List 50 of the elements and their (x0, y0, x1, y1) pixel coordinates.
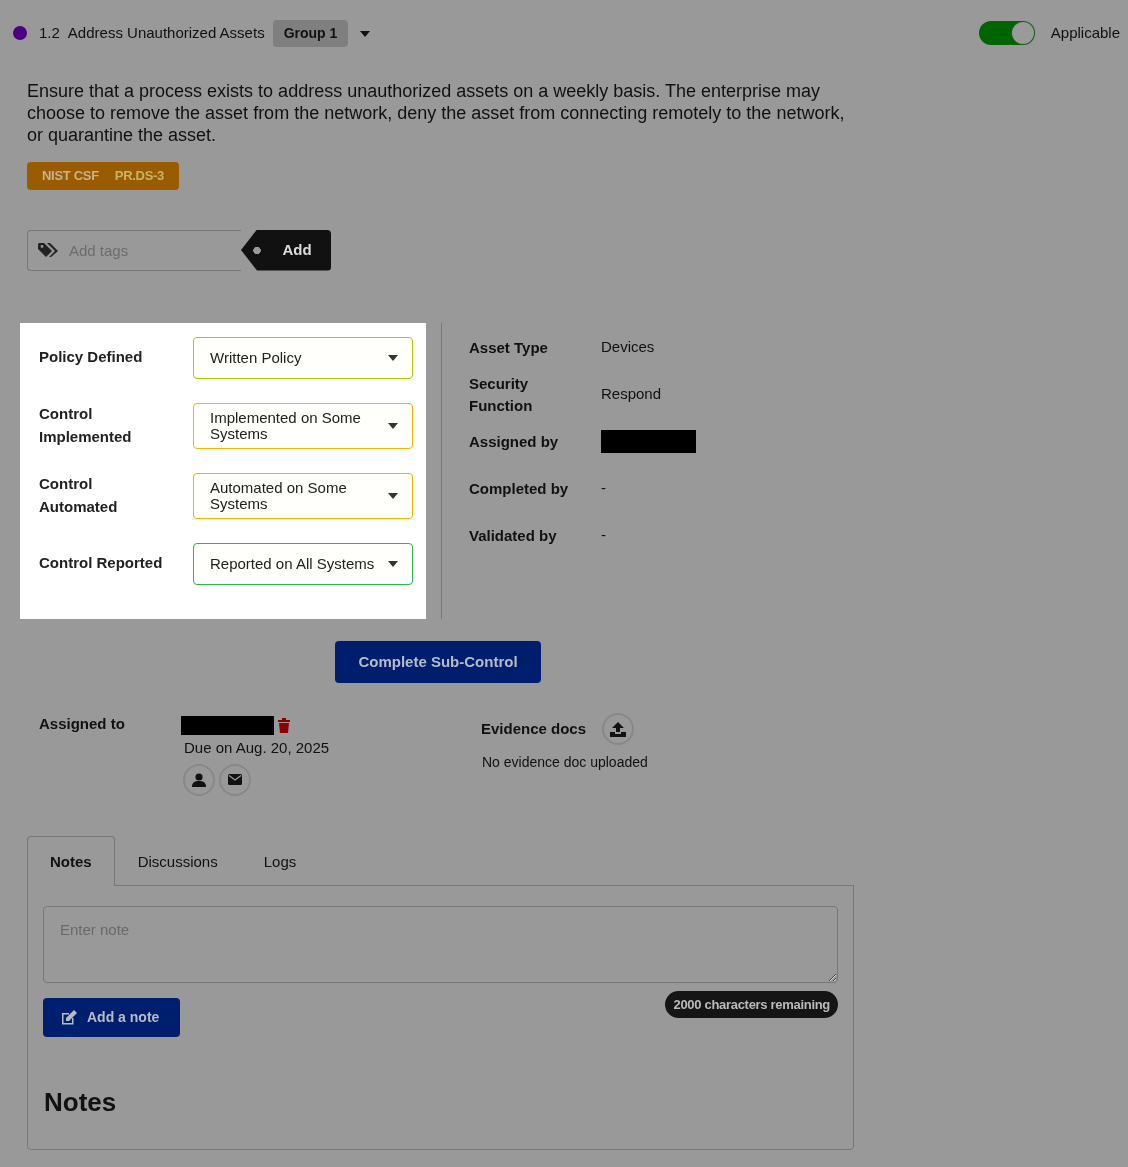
toggle-label: Applicable (1050, 22, 1120, 43)
empty-evidence-text: No evidence doc uploaded (482, 753, 648, 772)
edit-icon (61, 1009, 77, 1025)
tab[interactable]: Notes (27, 835, 115, 886)
detail-value: - (601, 478, 606, 499)
detail-value: Devices (601, 337, 655, 358)
field-label: Control Automated (39, 474, 119, 517)
applicable-toggle[interactable] (978, 21, 1035, 45)
maturity-select[interactable]: Implemented on Some Systems (193, 402, 413, 449)
detail-label: Asset Type (469, 337, 549, 358)
caret-icon (388, 492, 398, 499)
maturity-select[interactable]: Written Policy (193, 336, 413, 379)
envelope-icon (228, 774, 242, 785)
complete-button[interactable]: Complete Sub-Control (335, 640, 541, 683)
maturity-select[interactable]: Automated on Some Systems (193, 472, 413, 519)
field-label: Control Reported (39, 553, 164, 574)
field-label: Evidence docs (481, 718, 587, 739)
detail-value: - (601, 525, 606, 546)
field-label: Policy Defined (39, 347, 144, 368)
detail-label: Security Function (469, 373, 534, 416)
detail-label: Validated by (469, 525, 558, 546)
upload-button[interactable] (602, 713, 635, 745)
caret-icon (388, 354, 398, 361)
field-label: Control Implemented (39, 404, 133, 447)
maturity-select[interactable]: Reported on All Systems (193, 542, 413, 585)
group-badge: Group 1 (272, 19, 349, 47)
detail-label: Assigned by (469, 431, 560, 452)
tags-icon (38, 241, 60, 258)
add-tag-button[interactable]: Add (241, 229, 331, 271)
caret-icon (388, 560, 398, 567)
tab[interactable]: Logs (240, 835, 320, 885)
caret-icon (360, 30, 371, 37)
add-note-button[interactable]: Add a note (43, 997, 181, 1037)
email-button[interactable] (219, 763, 251, 796)
control-title: Address Unauthorized Assets (67, 22, 265, 43)
profile-button[interactable] (183, 763, 215, 796)
caret-icon (388, 422, 398, 429)
tab[interactable]: Discussions (114, 835, 241, 885)
character-counter: 2000 characters remaining (665, 990, 838, 1018)
notes-heading: Notes (44, 1086, 118, 1118)
field-label: Assigned to (39, 714, 126, 734)
upload-icon (610, 721, 627, 737)
detail-value: Respond (601, 384, 662, 405)
due-date-text: Due on Aug. 20, 2025 (184, 738, 331, 758)
description-text: Ensure that a process exists to address unauthorized assets on a weekly basis. The enterprise may choose to remove the asset from the network, deny the asset from connecting remotely to the network, or quarantine the asset. (27, 80, 846, 146)
framework-tag: NIST CSF PR.DS-3 (27, 162, 180, 190)
trash-icon (278, 718, 290, 734)
user-icon (192, 772, 206, 787)
control-number: 1.2 (39, 22, 60, 43)
detail-label: Completed by (469, 478, 570, 499)
